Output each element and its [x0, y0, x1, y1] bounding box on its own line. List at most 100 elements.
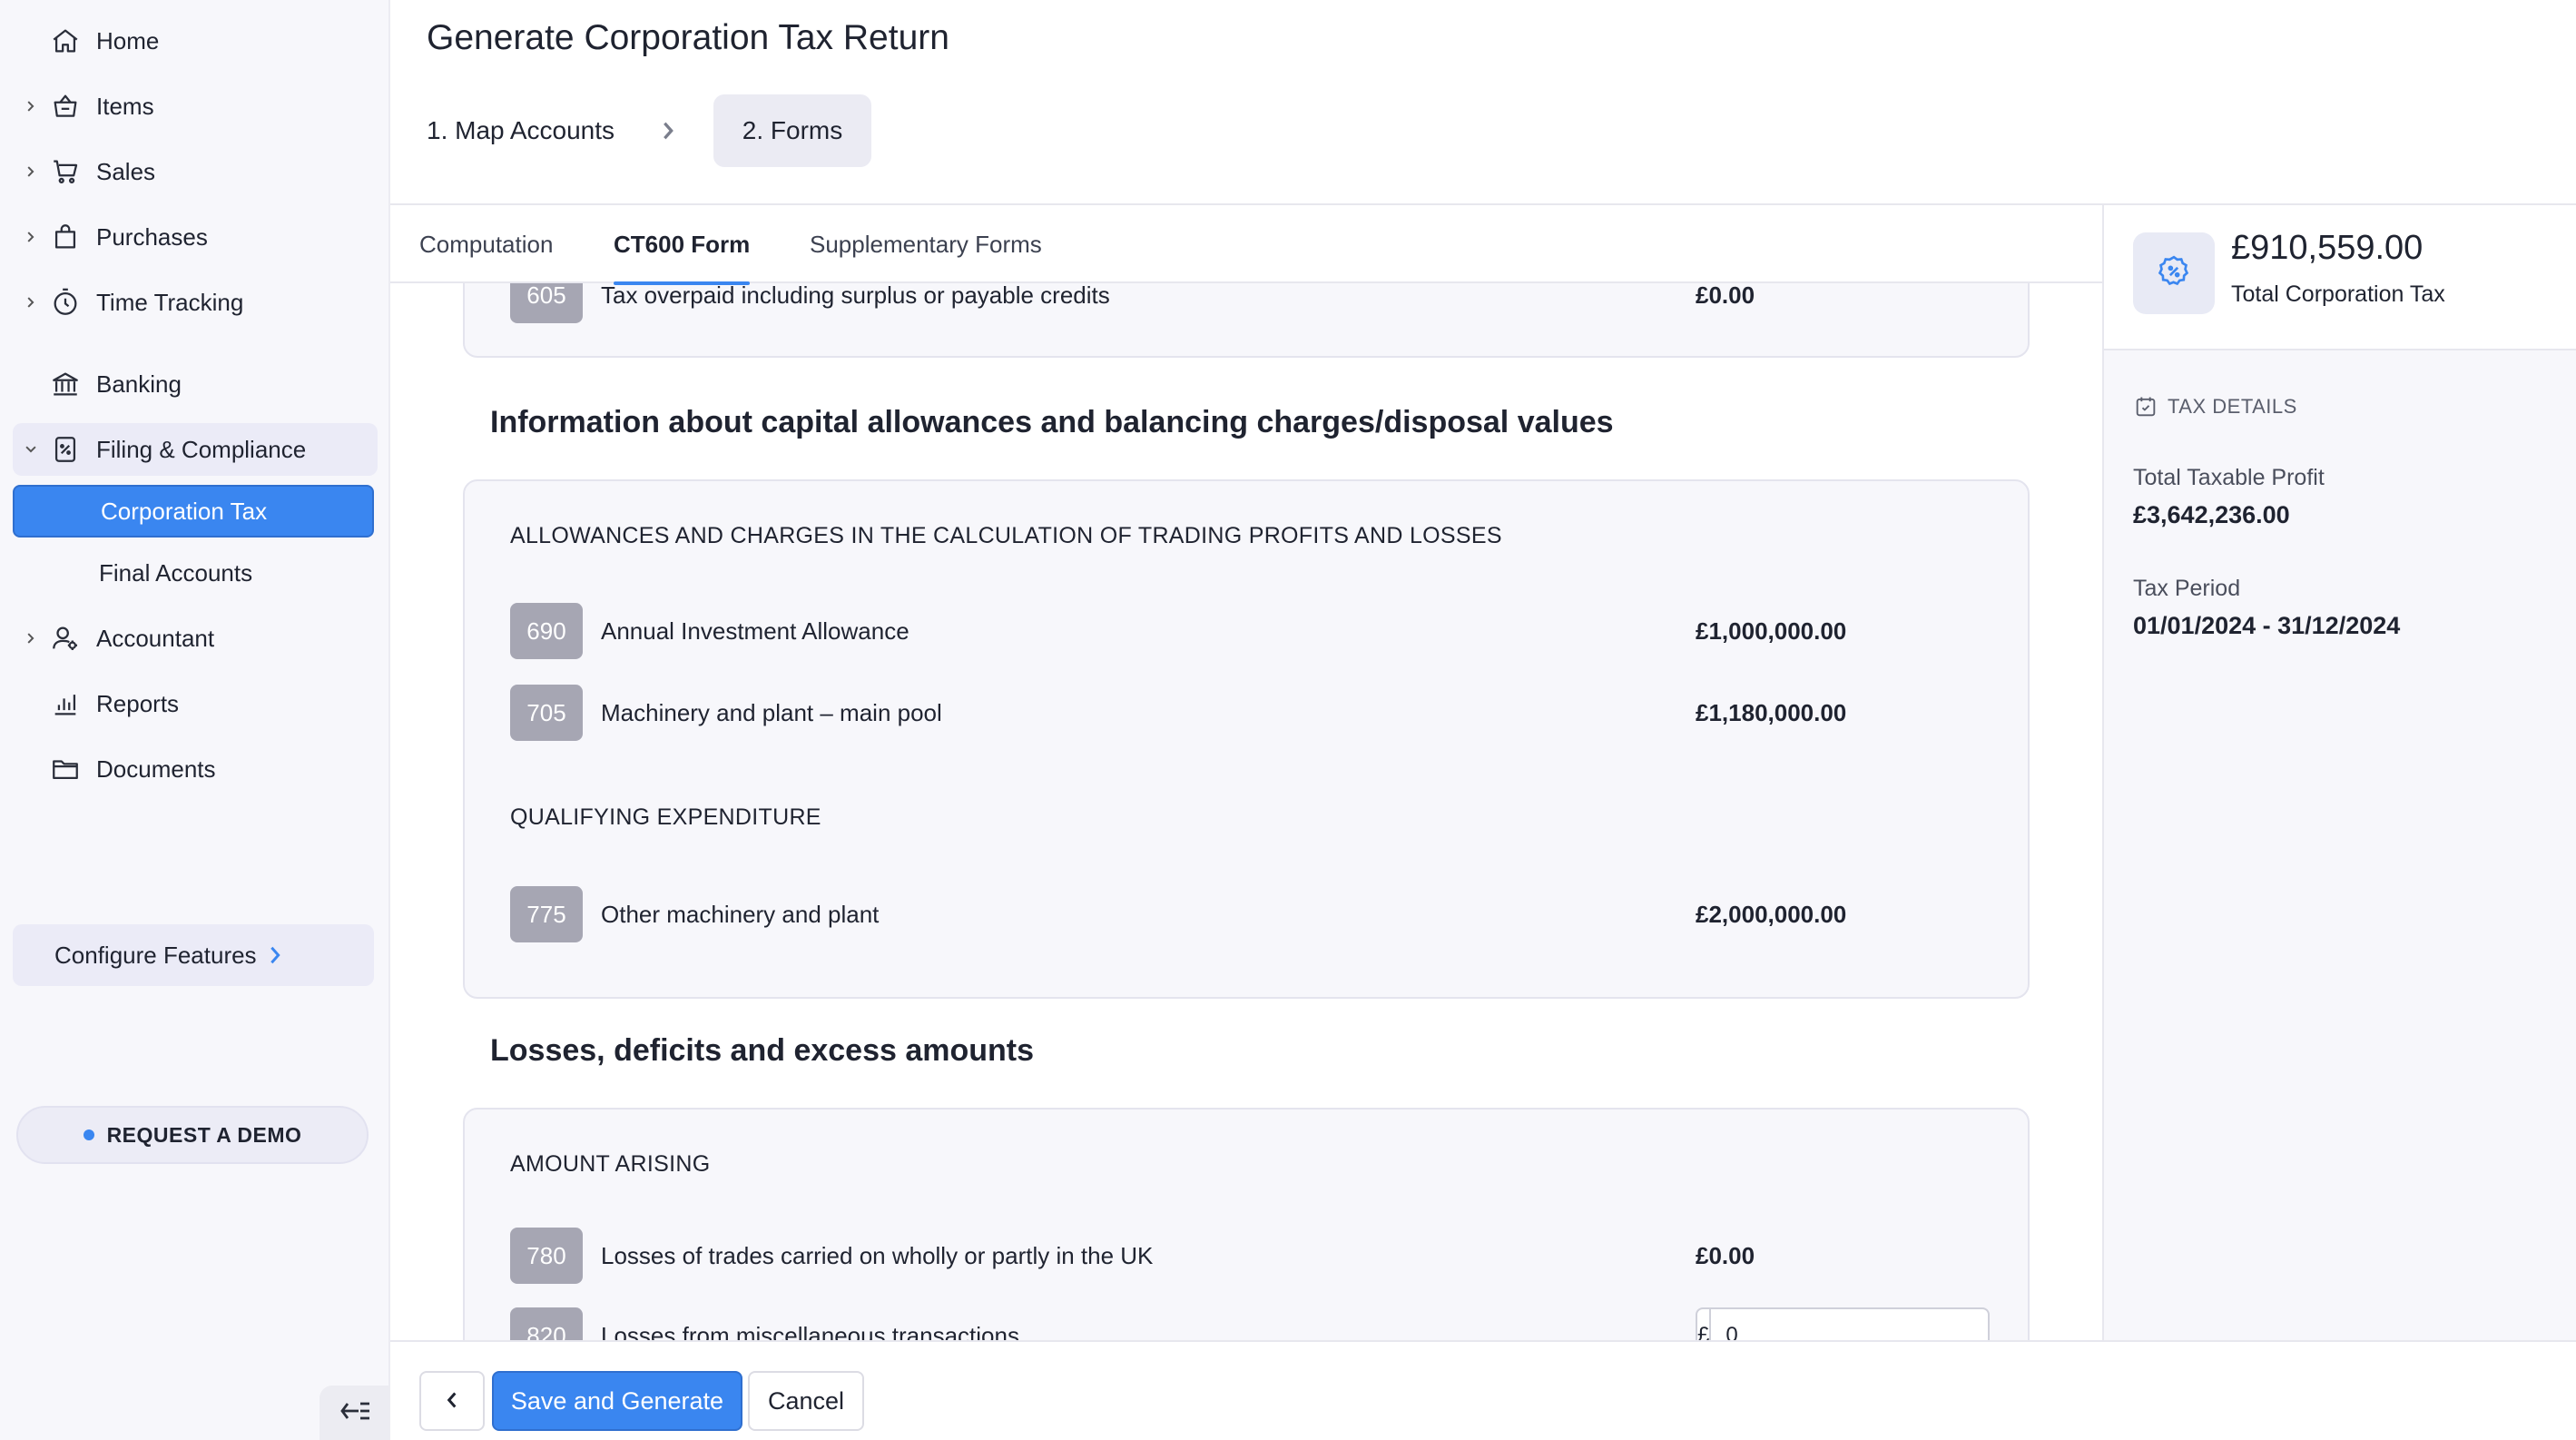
cart-icon [49, 155, 82, 188]
box-amount: £2,000,000.00 [1696, 900, 1847, 928]
section-heading-losses: Losses, deficits and excess amounts [490, 1033, 1035, 1068]
shopping-bag-icon [49, 221, 82, 253]
chevron-down-icon[interactable] [22, 440, 40, 459]
box-amount: £1,180,000.00 [1696, 698, 1847, 726]
step-label: 2. Forms [742, 116, 843, 144]
box-code: 780 [510, 1228, 583, 1284]
sidebar-item-filing-compliance[interactable]: Filing & Compliance [13, 423, 378, 476]
chevron-right-icon[interactable] [22, 293, 40, 311]
box-description: Losses from miscellaneous transactions [601, 1321, 1019, 1341]
sidebar-item-time-tracking[interactable]: Time Tracking [13, 276, 378, 329]
tax-percent-icon [2156, 253, 2192, 294]
loss-amount-field[interactable]: £ [1696, 1307, 1990, 1340]
tax-period-value: 01/01/2024 - 31/12/2024 [2133, 612, 2401, 639]
sidebar-item-documents[interactable]: Documents [13, 743, 378, 795]
step-label: 1. Map Accounts [427, 116, 615, 144]
request-demo-button[interactable]: REQUEST A DEMO [16, 1106, 369, 1164]
collapse-sidebar-button[interactable] [320, 1386, 390, 1440]
total-corporation-tax-label: Total Corporation Tax [2231, 281, 2445, 307]
taxable-profit-value: £3,642,236.00 [2133, 501, 2290, 528]
form-footer: Save and Generate Cancel [390, 1340, 2576, 1440]
sidebar-item-purchases[interactable]: Purchases [13, 211, 378, 263]
chevron-left-icon [446, 1387, 458, 1415]
form-row: 780 Losses of trades carried on wholly o… [510, 1228, 1981, 1284]
box-description: Losses of trades carried on wholly or pa… [601, 1241, 1154, 1269]
form-tabs: Computation CT600 Form Supplementary For… [390, 205, 2102, 285]
sidebar-item-label: Time Tracking [96, 288, 244, 316]
sidebar-item-reports[interactable]: Reports [13, 677, 378, 730]
box-amount: £0.00 [1696, 1241, 1755, 1269]
tax-details-label: TAX DETAILS [2168, 395, 2297, 418]
loss-amount-input[interactable] [1711, 1309, 1988, 1340]
sidebar-subitem-corporation-tax[interactable]: Corporation Tax [13, 485, 374, 538]
chevron-right-icon [268, 945, 282, 965]
tax-details-heading: TAX DETAILS [2133, 394, 2297, 419]
tab-ct600-form[interactable]: CT600 Form [614, 205, 751, 285]
chevron-right-icon[interactable] [22, 163, 40, 181]
sidebar: Home Items Sales Purchases Time Tracking… [0, 0, 390, 1440]
form-row: 705 Machinery and plant – main pool £1,1… [510, 685, 1981, 741]
sidebar-item-label: Reports [96, 689, 180, 717]
sidebar-item-sales[interactable]: Sales [13, 145, 378, 198]
folder-icon [49, 753, 82, 785]
chevron-right-icon [655, 118, 681, 143]
sidebar-subitem-label: Final Accounts [99, 558, 253, 587]
sidebar-item-label: Accountant [96, 624, 215, 652]
save-and-generate-button[interactable]: Save and Generate [492, 1371, 742, 1431]
cancel-button[interactable]: Cancel [748, 1371, 864, 1431]
box-amount: £0.00 [1696, 283, 1755, 309]
tab-label: Supplementary Forms [810, 230, 1042, 258]
chevron-right-icon[interactable] [22, 97, 40, 115]
sidebar-item-label: Home [96, 26, 160, 54]
chevron-right-icon[interactable] [22, 228, 40, 246]
page-title: Generate Corporation Tax Return [427, 18, 949, 57]
tax-document-icon [49, 433, 82, 466]
configure-features-button[interactable]: Configure Features [13, 924, 374, 986]
sidebar-item-home[interactable]: Home [13, 15, 378, 67]
tab-supplementary-forms[interactable]: Supplementary Forms [810, 205, 1042, 283]
ct600-form-content[interactable]: 605 Tax overpaid including surplus or pa… [390, 283, 2102, 1340]
box-description: Annual Investment Allowance [601, 616, 909, 645]
currency-symbol: £ [1697, 1309, 1712, 1340]
sidebar-subitem-final-accounts[interactable]: Final Accounts [13, 547, 374, 599]
step-forms[interactable]: 2. Forms [713, 94, 871, 167]
box-code: 820 [510, 1307, 583, 1340]
sidebar-item-label: Banking [96, 370, 182, 398]
total-corporation-tax-value: £910,559.00 [2231, 229, 2424, 267]
tab-computation[interactable]: Computation [419, 205, 553, 283]
sidebar-item-label: Purchases [96, 222, 208, 251]
sidebar-item-items[interactable]: Items [13, 80, 378, 133]
section-heading-capital-allowances: Information about capital allowances and… [490, 405, 1614, 439]
box-code: 775 [510, 886, 583, 942]
form-row: 775 Other machinery and plant £2,000,000… [510, 886, 1981, 942]
box-amount: £1,000,000.00 [1696, 616, 1847, 645]
tax-summary-panel: £910,559.00 Total Corporation Tax TAX DE… [2102, 205, 2576, 1340]
group-title: QUALIFYING EXPENDITURE [510, 804, 821, 830]
bar-chart-icon [49, 687, 82, 720]
box-code: 690 [510, 603, 583, 659]
taxable-profit-label: Total Taxable Profit [2133, 465, 2325, 490]
tax-badge [2133, 232, 2215, 314]
sidebar-subitem-label: Corporation Tax [101, 497, 268, 525]
chevron-right-icon[interactable] [22, 629, 40, 647]
sidebar-item-accountant[interactable]: Accountant [13, 612, 378, 665]
total-tax-summary: £910,559.00 Total Corporation Tax [2104, 205, 2576, 350]
bank-icon [49, 368, 82, 400]
box-code: 705 [510, 685, 583, 741]
form-row: 605 Tax overpaid including surplus or pa… [510, 283, 1981, 323]
losses-card: AMOUNT ARISING 780 Losses of trades carr… [463, 1108, 2030, 1340]
basket-icon [49, 90, 82, 123]
form-row: 820 Losses from miscellaneous transactio… [510, 1307, 1990, 1341]
box-description: Tax overpaid including surplus or payabl… [601, 283, 1110, 309]
tax-overpaid-card: 605 Tax overpaid including surplus or pa… [463, 283, 2030, 358]
capital-allowances-card: ALLOWANCES AND CHARGES IN THE CALCULATIO… [463, 479, 2030, 999]
tab-label: CT600 Form [614, 230, 751, 258]
box-description: Other machinery and plant [601, 900, 880, 928]
box-description: Machinery and plant – main pool [601, 698, 942, 726]
tax-period-label: Tax Period [2133, 576, 2241, 601]
calendar-check-icon [2133, 394, 2158, 419]
sidebar-item-banking[interactable]: Banking [13, 358, 378, 410]
sidebar-item-label: Documents [96, 755, 216, 783]
back-button[interactable] [419, 1371, 485, 1431]
step-map-accounts[interactable]: 1. Map Accounts [427, 94, 615, 167]
